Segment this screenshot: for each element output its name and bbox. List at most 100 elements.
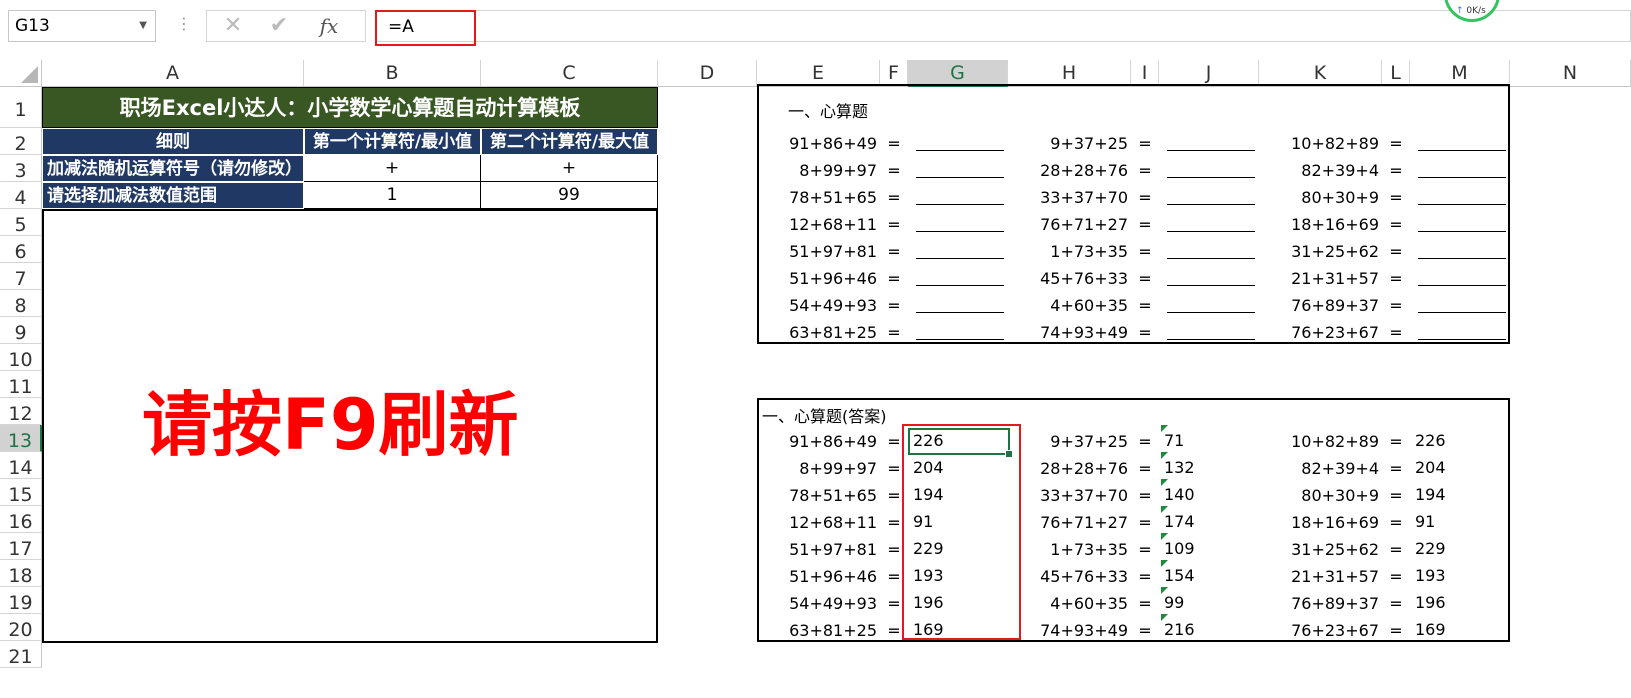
answer-value[interactable]: 132 xyxy=(1164,454,1195,481)
row-header-4[interactable]: 4 xyxy=(0,182,42,209)
answer-value[interactable]: 174 xyxy=(1164,508,1195,535)
question-expr[interactable]: 74+93+49 xyxy=(1008,319,1128,346)
answer-expr[interactable]: 9+37+25 xyxy=(1008,428,1128,455)
check-icon[interactable]: ✔ xyxy=(257,11,301,41)
answer-blank[interactable] xyxy=(1418,285,1506,286)
error-indicator-icon[interactable] xyxy=(1161,479,1168,486)
fill-handle[interactable] xyxy=(1005,450,1013,458)
question-expr[interactable]: 51+97+81 xyxy=(757,238,877,265)
question-expr[interactable]: 18+16+69 xyxy=(1259,211,1379,238)
answer-expr[interactable]: 10+82+89 xyxy=(1259,428,1379,455)
answer-expr[interactable]: 76+89+37 xyxy=(1259,590,1379,617)
answer-blank[interactable] xyxy=(1418,150,1506,151)
row-header-1[interactable]: 1 xyxy=(0,87,42,128)
error-indicator-icon[interactable] xyxy=(1161,533,1168,540)
answer-expr[interactable]: 51+97+81 xyxy=(757,536,877,563)
row-header-14[interactable]: 14 xyxy=(0,452,42,479)
row-header-9[interactable]: 9 xyxy=(0,317,42,344)
answer-blank[interactable] xyxy=(916,204,1004,205)
min-value-cell[interactable]: 1 xyxy=(304,182,481,209)
question-expr[interactable]: 78+51+65 xyxy=(757,184,877,211)
column-header-g[interactable]: G xyxy=(908,60,1008,87)
answer-blank[interactable] xyxy=(1418,339,1506,340)
chevron-down-icon[interactable]: ▼ xyxy=(139,11,147,41)
answer-blank[interactable] xyxy=(916,150,1004,151)
question-expr[interactable]: 54+49+93 xyxy=(757,292,877,319)
row-header-12[interactable]: 12 xyxy=(0,398,42,425)
answer-value[interactable]: 154 xyxy=(1164,562,1195,589)
row-header-17[interactable]: 17 xyxy=(0,533,42,560)
more-options-icon[interactable]: ⋮ xyxy=(176,14,192,33)
answer-expr[interactable]: 21+31+57 xyxy=(1259,563,1379,590)
row-header-10[interactable]: 10 xyxy=(0,344,42,371)
first-operator-cell[interactable]: + xyxy=(304,155,481,182)
answer-blank[interactable] xyxy=(916,177,1004,178)
answer-blank[interactable] xyxy=(1418,204,1506,205)
answer-value[interactable]: 216 xyxy=(1164,616,1195,643)
answer-expr[interactable]: 91+86+49 xyxy=(757,428,877,455)
question-expr[interactable]: 10+82+89 xyxy=(1259,130,1379,157)
answer-expr[interactable]: 18+16+69 xyxy=(1259,509,1379,536)
row-header-19[interactable]: 19 xyxy=(0,587,42,614)
answer-value[interactable]: 229 xyxy=(1415,535,1446,562)
question-expr[interactable]: 33+37+70 xyxy=(1008,184,1128,211)
answer-value[interactable]: 196 xyxy=(1415,589,1446,616)
header-second-op[interactable]: 第二个计算符/最大值 xyxy=(481,128,658,155)
answer-value[interactable]: 140 xyxy=(1164,481,1195,508)
template-title[interactable]: 职场Excel小达人：小学数学心算题自动计算模板 xyxy=(42,87,658,128)
operator-label[interactable]: 加减法随机运算符号（请勿修改） xyxy=(42,155,304,182)
answer-value[interactable]: 194 xyxy=(1415,481,1446,508)
column-header-i[interactable]: I xyxy=(1131,60,1159,87)
answer-expr[interactable]: 1+73+35 xyxy=(1008,536,1128,563)
formula-value[interactable]: =A xyxy=(375,10,476,46)
answer-expr[interactable]: 33+37+70 xyxy=(1008,482,1128,509)
row-header-2[interactable]: 2 xyxy=(0,128,42,155)
answer-blank[interactable] xyxy=(916,285,1004,286)
answer-value[interactable]: 193 xyxy=(1415,562,1446,589)
column-header-n[interactable]: N xyxy=(1510,60,1631,87)
question-expr[interactable]: 4+60+35 xyxy=(1008,292,1128,319)
question-expr[interactable]: 45+76+33 xyxy=(1008,265,1128,292)
answer-blank[interactable] xyxy=(1167,312,1255,313)
answer-value[interactable]: 169 xyxy=(1415,616,1446,643)
answer-value[interactable]: 204 xyxy=(1415,454,1446,481)
answer-blank[interactable] xyxy=(1418,177,1506,178)
answer-blank[interactable] xyxy=(1167,177,1255,178)
answer-blank[interactable] xyxy=(1167,150,1255,151)
max-value-cell[interactable]: 99 xyxy=(481,182,658,209)
error-indicator-icon[interactable] xyxy=(1161,560,1168,567)
error-indicator-icon[interactable] xyxy=(1161,425,1168,432)
answer-expr[interactable]: 82+39+4 xyxy=(1259,455,1379,482)
column-header-h[interactable]: H xyxy=(1008,60,1131,87)
answer-expr[interactable]: 12+68+11 xyxy=(757,509,877,536)
question-expr[interactable]: 76+89+37 xyxy=(1259,292,1379,319)
question-expr[interactable]: 1+73+35 xyxy=(1008,238,1128,265)
column-header-f[interactable]: F xyxy=(880,60,908,87)
insert-function-icon[interactable]: fx xyxy=(307,11,351,41)
question-expr[interactable]: 80+30+9 xyxy=(1259,184,1379,211)
answer-blank[interactable] xyxy=(1167,258,1255,259)
column-header-e[interactable]: E xyxy=(757,60,880,87)
name-box[interactable]: G13 ▼ xyxy=(8,10,156,42)
column-header-l[interactable]: L xyxy=(1382,60,1410,87)
answer-expr[interactable]: 51+96+46 xyxy=(757,563,877,590)
question-expr[interactable]: 8+99+97 xyxy=(757,157,877,184)
answer-expr[interactable]: 28+28+76 xyxy=(1008,455,1128,482)
question-expr[interactable]: 28+28+76 xyxy=(1008,157,1128,184)
row-header-5[interactable]: 5 xyxy=(0,209,42,236)
question-expr[interactable]: 21+31+57 xyxy=(1259,265,1379,292)
answer-expr[interactable]: 78+51+65 xyxy=(757,482,877,509)
row-header-16[interactable]: 16 xyxy=(0,506,42,533)
answer-expr[interactable]: 74+93+49 xyxy=(1008,617,1128,644)
answer-value[interactable]: 226 xyxy=(1415,427,1446,454)
answer-expr[interactable]: 4+60+35 xyxy=(1008,590,1128,617)
answer-expr[interactable]: 76+23+67 xyxy=(1259,617,1379,644)
answer-blank[interactable] xyxy=(1418,258,1506,259)
error-indicator-icon[interactable] xyxy=(1161,452,1168,459)
range-label[interactable]: 请选择加减法数值范围 xyxy=(42,182,304,209)
answer-blank[interactable] xyxy=(1167,204,1255,205)
column-header-j[interactable]: J xyxy=(1159,60,1259,87)
answer-expr[interactable]: 63+81+25 xyxy=(757,617,877,644)
answer-blank[interactable] xyxy=(1167,285,1255,286)
active-cell-g13[interactable] xyxy=(908,428,1010,455)
